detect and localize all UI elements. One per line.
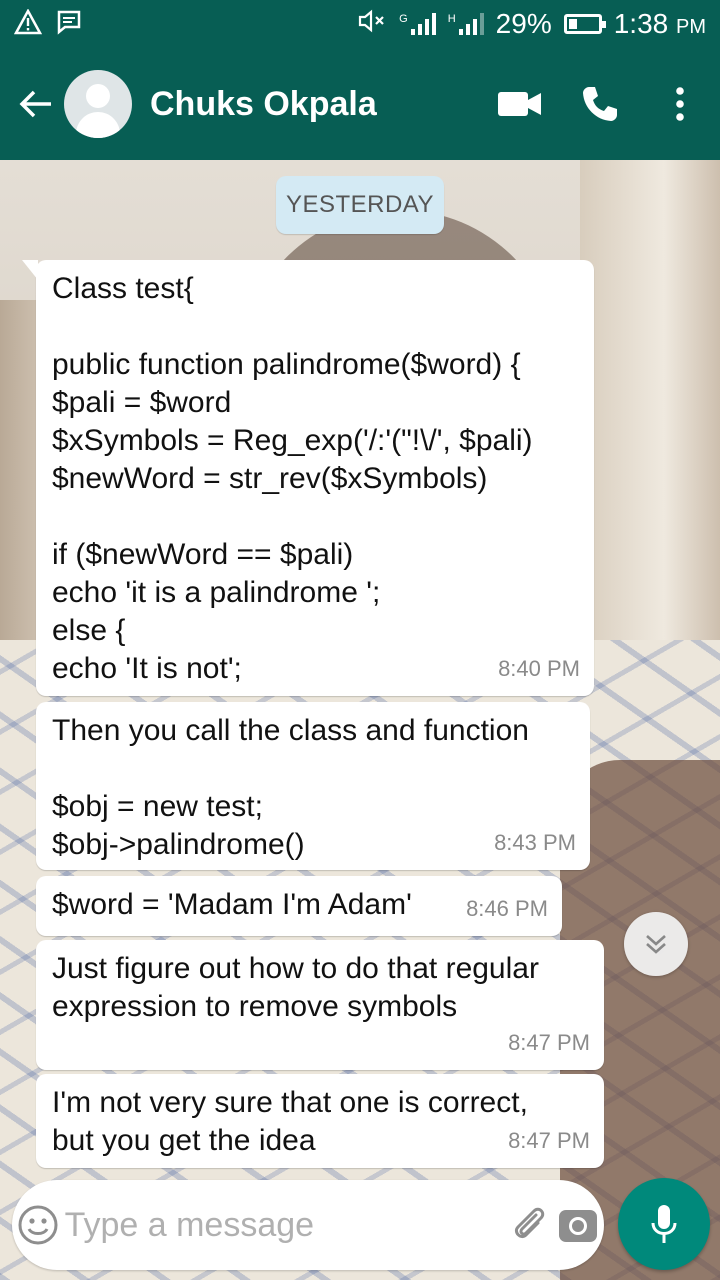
message-time: 8:40 PM — [498, 656, 580, 681]
message-bubble[interactable]: Class test{ public function palindrome($… — [22, 260, 594, 696]
message-list[interactable]: YESTERDAY Class test{ public function pa… — [0, 160, 720, 1172]
message-bubble[interactable]: Then you call the class and function $ob… — [36, 702, 590, 870]
message-time: 8:46 PM — [466, 896, 548, 921]
more-vert-icon[interactable] — [640, 48, 720, 160]
video-call-icon[interactable] — [480, 48, 560, 160]
message-composer — [12, 1180, 604, 1270]
contact-name[interactable]: Chuks Okpala — [150, 85, 480, 124]
message-bubble[interactable]: $word = 'Madam I'm Adam' 8:46 PM — [36, 876, 562, 936]
sim2-label: H — [447, 13, 456, 25]
signal-icon: G — [399, 13, 436, 35]
message-time: 8:47 PM — [508, 1030, 590, 1055]
message-text: Just figure out how to do that regular e… — [52, 952, 539, 1023]
phone-icon[interactable] — [560, 48, 640, 160]
camera-icon[interactable] — [551, 1180, 604, 1270]
signal-icon: H — [448, 13, 484, 35]
message-time: 8:47 PM — [508, 1128, 590, 1153]
scroll-down-icon[interactable] — [624, 912, 688, 976]
message-bubble[interactable]: I'm not very sure that one is correct, b… — [36, 1074, 604, 1168]
message-bubble[interactable]: Just figure out how to do that regular e… — [36, 940, 604, 1070]
message-icon — [56, 9, 82, 40]
chat-header: Chuks Okpala — [0, 48, 720, 160]
battery-icon — [563, 14, 606, 34]
battery-percent: 29% — [495, 8, 552, 39]
message-input[interactable] — [64, 1205, 508, 1245]
mute-icon — [357, 8, 387, 41]
attach-icon[interactable] — [508, 1180, 552, 1270]
status-bar: G H 29% 1:38 PM — [0, 0, 720, 48]
avatar[interactable] — [64, 70, 132, 138]
warning-icon — [13, 7, 43, 40]
mic-icon[interactable] — [618, 1178, 710, 1270]
message-text: Class test{ public function palindrome($… — [52, 272, 533, 685]
date-chip: YESTERDAY — [276, 176, 444, 234]
emoji-icon[interactable] — [12, 1180, 65, 1270]
status-time: 1:38 PM — [613, 8, 706, 39]
message-time: 8:43 PM — [494, 830, 576, 855]
sim1-label: G — [399, 13, 408, 25]
back-arrow-icon[interactable] — [8, 48, 64, 160]
